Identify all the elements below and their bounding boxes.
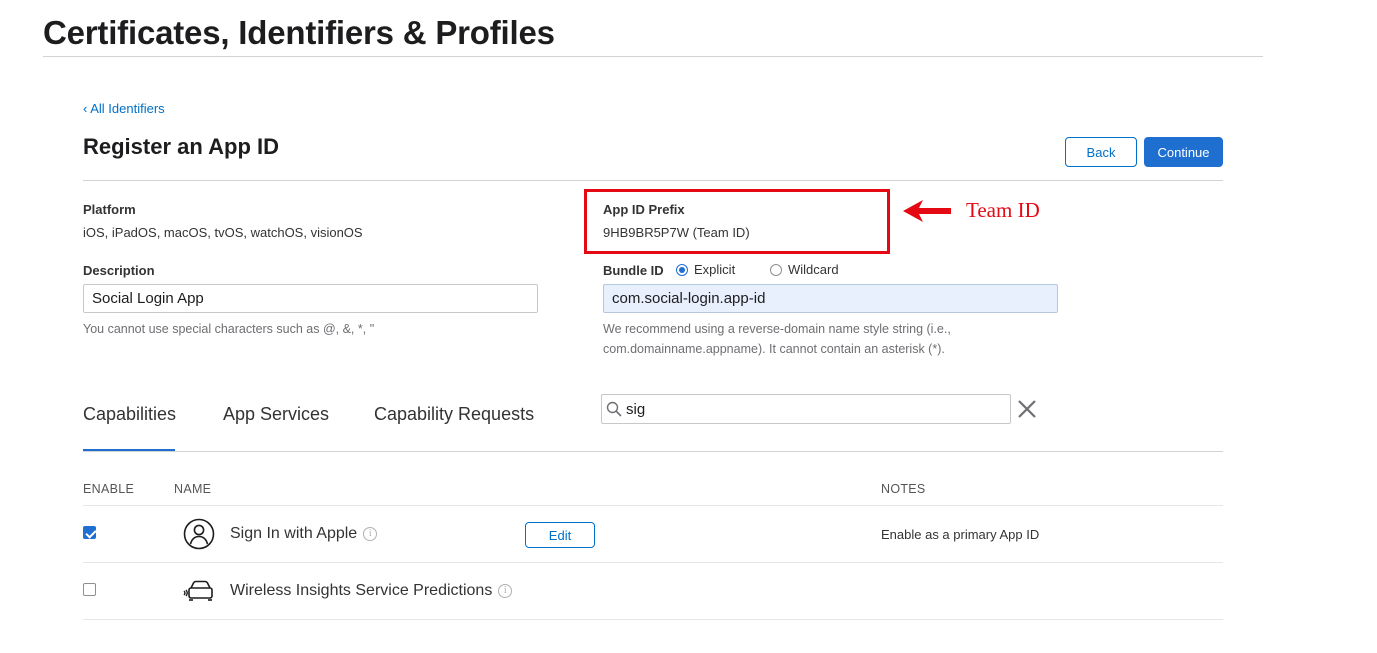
explicit-radio-group[interactable]: Explicit xyxy=(676,262,735,277)
capability-name-text: Wireless Insights Service Predictions xyxy=(230,582,493,599)
car-wireless-icon xyxy=(183,580,213,601)
title-divider xyxy=(43,56,1263,57)
explicit-label: Explicit xyxy=(694,262,736,277)
bundle-id-help-line2: com.domainname.appname). It cannot conta… xyxy=(603,342,945,356)
search-input[interactable] xyxy=(626,400,986,418)
header-divider xyxy=(83,180,1223,181)
tabs-divider xyxy=(83,451,1223,452)
info-icon[interactable]: i xyxy=(363,527,378,541)
back-button[interactable]: Back xyxy=(1065,137,1137,167)
edit-button[interactable]: Edit xyxy=(525,522,595,548)
person-circle-icon xyxy=(183,518,215,550)
bundle-id-input[interactable] xyxy=(603,284,1058,313)
wildcard-radio-group[interactable]: Wildcard xyxy=(770,262,839,277)
red-arrow-icon xyxy=(903,200,951,222)
register-app-id-title: Register an App ID xyxy=(83,134,279,159)
description-input[interactable] xyxy=(83,284,538,313)
enable-checkbox-wireless-insights[interactable] xyxy=(83,583,96,596)
col-header-notes: NOTES xyxy=(881,482,926,496)
search-box[interactable] xyxy=(601,394,1011,424)
page-title: Certificates, Identifiers & Profiles xyxy=(43,14,555,51)
info-icon[interactable]: i xyxy=(498,584,513,598)
team-id-annotation: Team ID xyxy=(966,198,1040,222)
header-row-divider xyxy=(83,505,1223,506)
wildcard-radio[interactable] xyxy=(770,263,782,276)
team-id-highlight-box xyxy=(584,189,890,254)
platform-label: Platform xyxy=(83,202,136,217)
platform-value: iOS, iPadOS, macOS, tvOS, watchOS, visio… xyxy=(83,225,363,240)
explicit-radio[interactable] xyxy=(676,263,688,276)
search-icon xyxy=(606,401,622,417)
bundle-id-label: Bundle ID xyxy=(603,263,664,278)
capability-name-text: Sign In with Apple xyxy=(230,525,358,542)
continue-button[interactable]: Continue xyxy=(1144,137,1223,167)
all-identifiers-link[interactable]: ‹ All Identifiers xyxy=(83,101,165,116)
wildcard-label: Wildcard xyxy=(788,262,839,277)
description-help: You cannot use special characters such a… xyxy=(83,322,375,336)
enable-checkbox-sign-in-with-apple[interactable] xyxy=(83,526,96,539)
capability-name: Wireless Insights Service Predictions i xyxy=(230,582,513,600)
col-header-name: NAME xyxy=(174,482,212,496)
clear-search-icon[interactable] xyxy=(1016,398,1038,420)
row-divider xyxy=(83,619,1223,620)
capability-note: Enable as a primary App ID xyxy=(881,527,1040,542)
tab-app-services[interactable]: App Services xyxy=(223,404,329,425)
bundle-id-help-line1: We recommend using a reverse-domain name… xyxy=(603,322,951,336)
col-header-enable: ENABLE xyxy=(83,482,135,496)
row-divider xyxy=(83,562,1223,563)
description-label: Description xyxy=(83,263,155,278)
tab-capability-requests[interactable]: Capability Requests xyxy=(374,404,534,425)
tab-capabilities[interactable]: Capabilities xyxy=(83,404,176,425)
capability-name: Sign In with Apple i xyxy=(230,525,378,543)
